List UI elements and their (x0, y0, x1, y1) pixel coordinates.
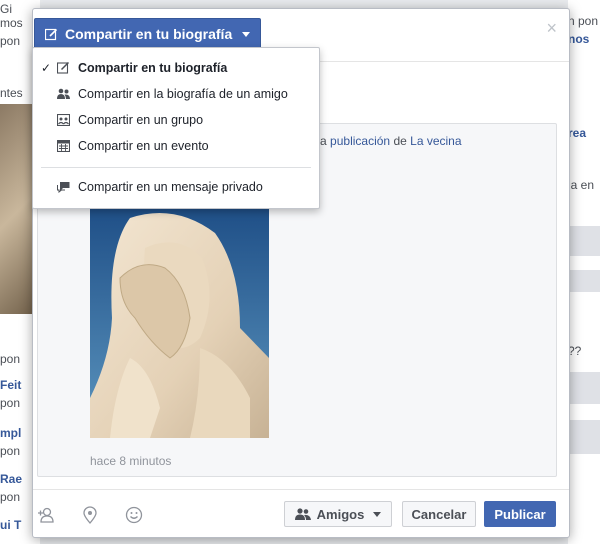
publish-button[interactable]: Publicar (484, 501, 556, 527)
bg-text: ia en (568, 178, 595, 192)
menu-item-share-event[interactable]: Compartir en un evento (33, 134, 319, 158)
bg-divider (568, 372, 600, 404)
bg-text: ?? (568, 344, 582, 358)
bg-text: Rae (0, 472, 23, 486)
cancel-button[interactable]: Cancelar (402, 501, 476, 527)
bg-text: ui T (0, 518, 22, 532)
location-pin-icon[interactable] (81, 506, 99, 524)
menu-item-share-group[interactable]: Compartir en un grupo (33, 108, 319, 132)
bg-text: pon (0, 444, 21, 458)
group-icon (57, 114, 70, 126)
bg-text: mpl (0, 426, 22, 440)
menu-item-label: Compartir en un evento (78, 139, 209, 153)
connector-text: de (393, 134, 407, 148)
menu-item-label: Compartir en un grupo (78, 113, 204, 127)
menu-item-label: Compartir en la biografía de un amigo (78, 87, 288, 101)
message-icon (57, 182, 70, 193)
bg-text: Feit (0, 378, 22, 392)
bg-text: nos (568, 32, 590, 46)
emoji-icon[interactable] (125, 506, 143, 524)
calendar-icon (57, 140, 70, 152)
bg-text: Gi (0, 2, 12, 16)
bg-text: pon (0, 396, 21, 410)
menu-item-share-timeline[interactable]: ✓ Compartir en tu biografía (33, 56, 319, 80)
bg-text: pon (0, 352, 21, 366)
bg-divider (568, 270, 600, 292)
tag-friends-icon[interactable] (37, 506, 55, 524)
edit-icon (45, 28, 58, 40)
bg-text: pon (0, 490, 21, 504)
bg-divider (568, 226, 600, 256)
chevron-down-icon (373, 511, 382, 517)
bg-text: pon (0, 34, 21, 48)
friends-icon (57, 88, 70, 99)
menu-divider (41, 167, 311, 168)
bg-text: rea (568, 126, 587, 140)
share-destination-menu: ✓ Compartir en tu biografía Compartir en… (32, 47, 320, 209)
publication-link[interactable]: publicación (330, 134, 390, 148)
share-destination-label: Compartir en tu biografía (65, 26, 233, 42)
post-photo[interactable] (90, 208, 269, 438)
post-timestamp: hace 8 minutos (90, 454, 172, 468)
chevron-down-icon (242, 31, 251, 37)
background-feed-right: n pon nos rea ia en ?? (568, 0, 600, 544)
dialog-footer: Amigos Cancelar Publicar (33, 489, 569, 538)
checkmark-icon: ✓ (41, 61, 52, 75)
close-icon[interactable]: × (546, 19, 557, 37)
bg-text: ntes (0, 86, 23, 100)
friends-icon (294, 508, 311, 520)
menu-item-share-private-message[interactable]: Compartir en un mensaje privado (33, 175, 319, 199)
share-destination-button[interactable]: Compartir en tu biografía (34, 18, 262, 50)
bg-text: mos (0, 16, 23, 30)
page-link[interactable]: La vecina (410, 134, 461, 148)
statue-image (90, 208, 269, 438)
audience-selector-button[interactable]: Amigos (284, 501, 392, 527)
bg-text: n pon (568, 14, 599, 28)
edit-icon (57, 62, 70, 74)
audience-label: Amigos (316, 506, 365, 522)
menu-item-share-friend-timeline[interactable]: Compartir en la biografía de un amigo (33, 82, 319, 106)
menu-item-label: Compartir en tu biografía (78, 61, 228, 75)
bg-divider (568, 420, 600, 454)
menu-item-label: Compartir en un mensaje privado (78, 180, 263, 194)
